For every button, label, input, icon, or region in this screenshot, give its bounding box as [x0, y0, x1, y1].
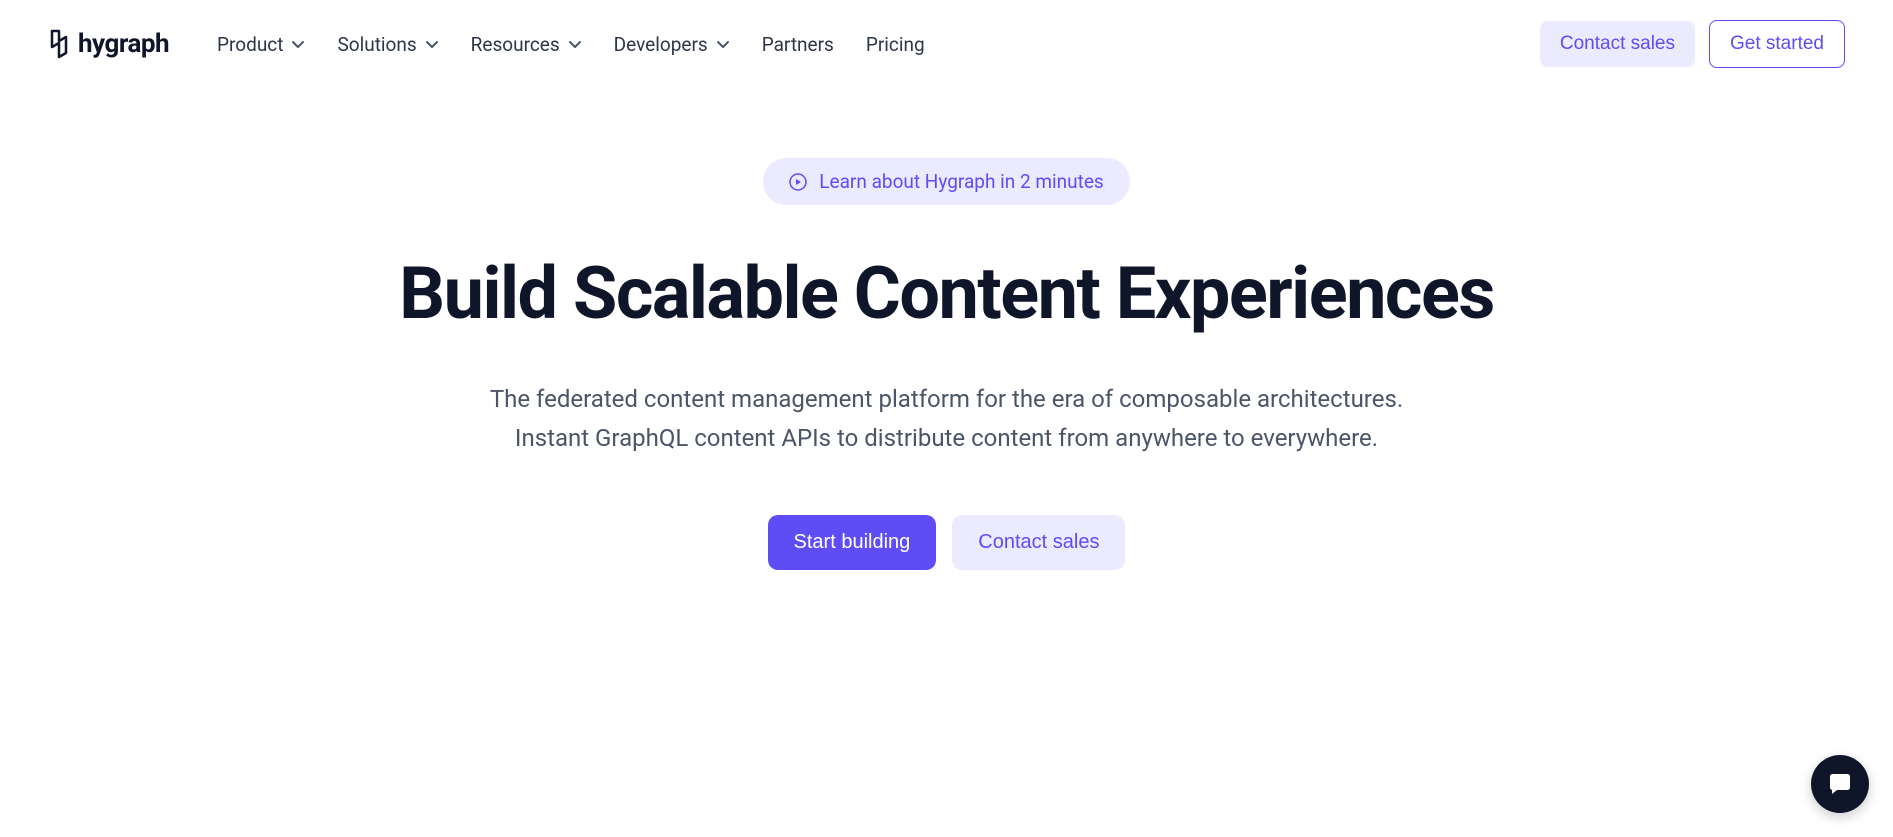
nav-item-developers[interactable]: Developers	[614, 33, 730, 56]
chevron-down-icon	[291, 37, 305, 51]
header-actions: Contact sales Get started	[1540, 20, 1845, 68]
play-circle-icon	[789, 173, 807, 191]
nav-item-pricing[interactable]: Pricing	[866, 33, 925, 56]
nav-item-solutions[interactable]: Solutions	[337, 33, 438, 56]
nav-label: Partners	[762, 33, 834, 56]
chevron-down-icon	[568, 37, 582, 51]
chat-icon	[1825, 769, 1855, 799]
chevron-down-icon	[716, 37, 730, 51]
nav-item-partners[interactable]: Partners	[762, 33, 834, 56]
nav-label: Product	[217, 33, 283, 56]
hero-headline: Build Scalable Content Experiences	[347, 253, 1547, 336]
chevron-down-icon	[425, 37, 439, 51]
logo[interactable]: hygraph	[48, 29, 169, 59]
main-nav: Product Solutions Resources Developers P…	[217, 33, 1492, 56]
hygraph-logo-icon	[48, 29, 70, 59]
start-building-button[interactable]: Start building	[768, 515, 937, 570]
hero-actions: Start building Contact sales	[347, 515, 1547, 570]
contact-sales-button[interactable]: Contact sales	[1540, 21, 1695, 67]
learn-pill[interactable]: Learn about Hygraph in 2 minutes	[763, 158, 1129, 205]
nav-label: Developers	[614, 33, 708, 56]
pill-label: Learn about Hygraph in 2 minutes	[819, 170, 1103, 193]
contact-sales-hero-button[interactable]: Contact sales	[952, 515, 1125, 570]
nav-label: Pricing	[866, 33, 925, 56]
header: hygraph Product Solutions Resources Deve…	[0, 0, 1893, 88]
hero-section: Learn about Hygraph in 2 minutes Build S…	[347, 88, 1547, 570]
logo-text: hygraph	[78, 29, 169, 59]
nav-item-product[interactable]: Product	[217, 33, 305, 56]
chat-widget[interactable]	[1811, 755, 1869, 813]
hero-subheadline: The federated content management platfor…	[467, 380, 1427, 459]
get-started-button[interactable]: Get started	[1709, 20, 1845, 68]
nav-label: Resources	[471, 33, 560, 56]
nav-label: Solutions	[337, 33, 416, 56]
nav-item-resources[interactable]: Resources	[471, 33, 582, 56]
